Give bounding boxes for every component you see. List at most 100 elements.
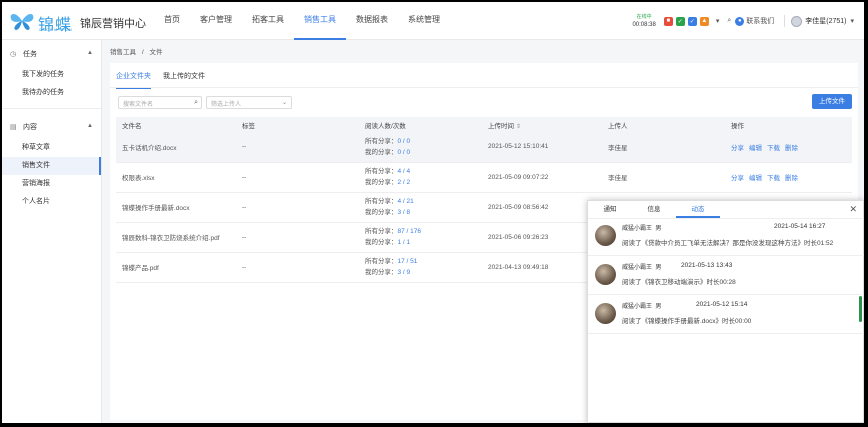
sidebar-group-tasks[interactable]: ◷ 任务 ▲: [2, 42, 101, 66]
upload-time: 2021-05-06 09:26:23: [482, 222, 602, 253]
avatar: [595, 225, 616, 246]
online-status[interactable]: 在线中 00:08:38: [632, 13, 655, 29]
my-share-value[interactable]: 3 / 8: [398, 209, 411, 216]
sidebar-item-posters[interactable]: 营销海报: [2, 175, 101, 193]
file-name[interactable]: 锦蝶操作手册最新.docx: [116, 192, 236, 223]
my-share-value[interactable]: 0 / 0: [398, 149, 411, 156]
nav-prospecting[interactable]: 拓客工具: [242, 2, 294, 40]
my-share-label: 我的分享：: [365, 209, 398, 216]
app-name: 锦辰营销中心: [80, 18, 146, 30]
all-share-value[interactable]: 4 / 4: [398, 168, 411, 175]
activity-user: 威猛小霸王 男: [622, 304, 662, 310]
close-icon[interactable]: ✕: [849, 204, 857, 215]
delete-link[interactable]: 删除: [785, 145, 798, 152]
more-apps-chevron-icon[interactable]: ▾: [716, 17, 720, 25]
sidebar-item-sales-files[interactable]: 销售文件: [2, 157, 101, 175]
all-share-label: 所有分享：: [365, 137, 398, 145]
activity-item[interactable]: 威猛小霸王 男 2021-05-14 16:27 阅读了《贷款中介员工飞单无法解…: [588, 220, 864, 256]
breadcrumb-current: 文件: [149, 49, 163, 56]
uploader: 李佳星: [602, 162, 725, 193]
butterfly-logo-icon: [10, 14, 34, 30]
popup-tab-message[interactable]: 信息: [632, 201, 676, 218]
table-row[interactable]: 权限表.xlsx -- 所有分享：4 / 4 我的分享：2 / 2 2021-05-09…: [116, 162, 852, 193]
brand-logo[interactable]: 锦蝶 G0CRM.COM 锦辰营销中心: [8, 9, 148, 34]
popup-scrollbar[interactable]: [859, 296, 862, 322]
upload-file-button[interactable]: 上传文件: [812, 94, 852, 109]
search-input[interactable]: 搜索文件名 ⌕: [118, 96, 202, 109]
table-row[interactable]: 五卡话机介绍.docx -- 所有分享：0 / 0 我的分享：0 / 0 2021-05…: [116, 132, 852, 163]
clock-icon: ◷: [10, 51, 17, 58]
col-upload-time-label: 上传时间: [488, 122, 514, 130]
nav-sales-tools[interactable]: 销售工具: [294, 2, 346, 40]
nav-system[interactable]: 系统管理: [398, 2, 450, 40]
app-red-icon[interactable]: ■: [663, 16, 673, 26]
download-link[interactable]: 下载: [767, 175, 780, 182]
popup-tab-notice[interactable]: 通知: [588, 201, 632, 218]
file-tag: --: [236, 192, 359, 223]
upload-time: 2021-05-09 09:07:22: [482, 162, 602, 193]
col-uploader: 上传人: [602, 117, 725, 132]
sidebar-divider: [2, 108, 101, 109]
file-name[interactable]: 锦辰数科-锦衣卫防烧系统介绍.pdf: [116, 222, 236, 253]
all-share-label: 所有分享：: [365, 228, 398, 235]
app-blue-icon[interactable]: ✓: [687, 16, 697, 26]
file-name[interactable]: 权限表.xlsx: [116, 162, 236, 193]
my-share-value[interactable]: 3 / 9: [398, 269, 411, 276]
all-share-value[interactable]: 87 / 176: [398, 228, 422, 235]
edit-link[interactable]: 编辑: [749, 145, 762, 152]
uploader-select[interactable]: 筛选上传人 ⌄: [206, 96, 292, 109]
sidebar-item-my-todo-tasks[interactable]: 我待办的任务: [2, 84, 101, 102]
activity-text: 阅读了《锦蝶操作手册最新.docx》时长00:00: [622, 318, 752, 325]
my-share-label: 我的分享：: [365, 269, 398, 276]
sidebar-item-business-card[interactable]: 个人名片: [2, 193, 101, 211]
avatar: [595, 303, 616, 324]
user-avatar[interactable]: [791, 15, 803, 27]
contact-us-link[interactable]: 联系我们: [746, 16, 774, 26]
notification-popup: 通知 信息 动态 ✕ 威猛小霸王 男 2021-05-14 16:27 阅读了《…: [587, 200, 864, 423]
col-upload-time[interactable]: 上传时间 ⇕: [482, 117, 602, 132]
my-share-value[interactable]: 2 / 2: [398, 179, 411, 186]
row-actions: 分享编辑下载删除: [725, 162, 852, 193]
activity-item[interactable]: 威猛小霸王 男 2021-05-12 15:14 阅读了《锦蝶操作手册最新.do…: [588, 298, 864, 334]
activity-item[interactable]: 威猛小霸王 男 2021-05-13 13:43 阅读了《锦衣卫移动端演示》时长…: [588, 259, 864, 295]
all-share-label: 所有分享：: [365, 198, 398, 205]
share-link[interactable]: 分享: [731, 175, 744, 182]
breadcrumb-separator: /: [141, 49, 144, 56]
app-orange-icon[interactable]: ▲: [699, 16, 709, 26]
nav-home[interactable]: 首页: [154, 2, 190, 40]
activity-text: 阅读了《贷款中介员工飞单无法解决？那是你没发现这种方法》时长01:52: [622, 240, 834, 247]
activity-time: 2021-05-14 16:27: [774, 223, 826, 230]
breadcrumb-parent[interactable]: 销售工具: [110, 49, 136, 56]
search-icon[interactable]: ⌕: [727, 17, 731, 25]
nav-reports[interactable]: 数据报表: [346, 2, 398, 40]
edit-link[interactable]: 编辑: [749, 175, 762, 182]
search-icon[interactable]: ⌕: [194, 99, 198, 107]
popup-tab-activity[interactable]: 动态: [676, 201, 720, 218]
sidebar-item-my-issued-tasks[interactable]: 我下发的任务: [2, 66, 101, 84]
download-link[interactable]: 下载: [767, 145, 780, 152]
user-name[interactable]: 李佳星(2751): [805, 16, 846, 26]
upload-time: 2021-05-12 15:10:41: [482, 132, 602, 163]
all-share-value[interactable]: 4 / 21: [398, 198, 414, 205]
sidebar-group-content[interactable]: ▤ 内容 ▲: [2, 115, 101, 139]
user-menu-chevron-icon[interactable]: ▾: [850, 17, 854, 25]
sort-icon[interactable]: ⇕: [516, 124, 521, 130]
collapse-caret-icon[interactable]: ▲: [87, 50, 93, 56]
file-tag: --: [236, 222, 359, 253]
chevron-down-icon: ⌄: [281, 100, 287, 106]
table-header-row: 文件名 标签 阅读人数/次数 上传时间 ⇕ 上传人 操作: [116, 117, 852, 132]
my-share-label: 我的分享：: [365, 179, 398, 186]
all-share-value[interactable]: 17 / 51: [398, 258, 418, 265]
delete-link[interactable]: 删除: [785, 175, 798, 182]
my-share-value[interactable]: 1 / 1: [398, 239, 411, 246]
sidebar-item-articles[interactable]: 种草文章: [2, 139, 101, 157]
collapse-caret-icon[interactable]: ▲: [87, 123, 93, 129]
contact-icon: ●: [735, 16, 745, 26]
nav-customers[interactable]: 客户管理: [190, 2, 242, 40]
share-link[interactable]: 分享: [731, 145, 744, 152]
read-counts: 所有分享：4 / 21 我的分享：3 / 8: [359, 192, 482, 223]
all-share-value[interactable]: 0 / 0: [398, 138, 411, 145]
file-name[interactable]: 锦蝶产品.pdf: [116, 252, 236, 283]
app-green-icon[interactable]: ✓: [675, 16, 685, 26]
file-name[interactable]: 五卡话机介绍.docx: [116, 132, 236, 163]
